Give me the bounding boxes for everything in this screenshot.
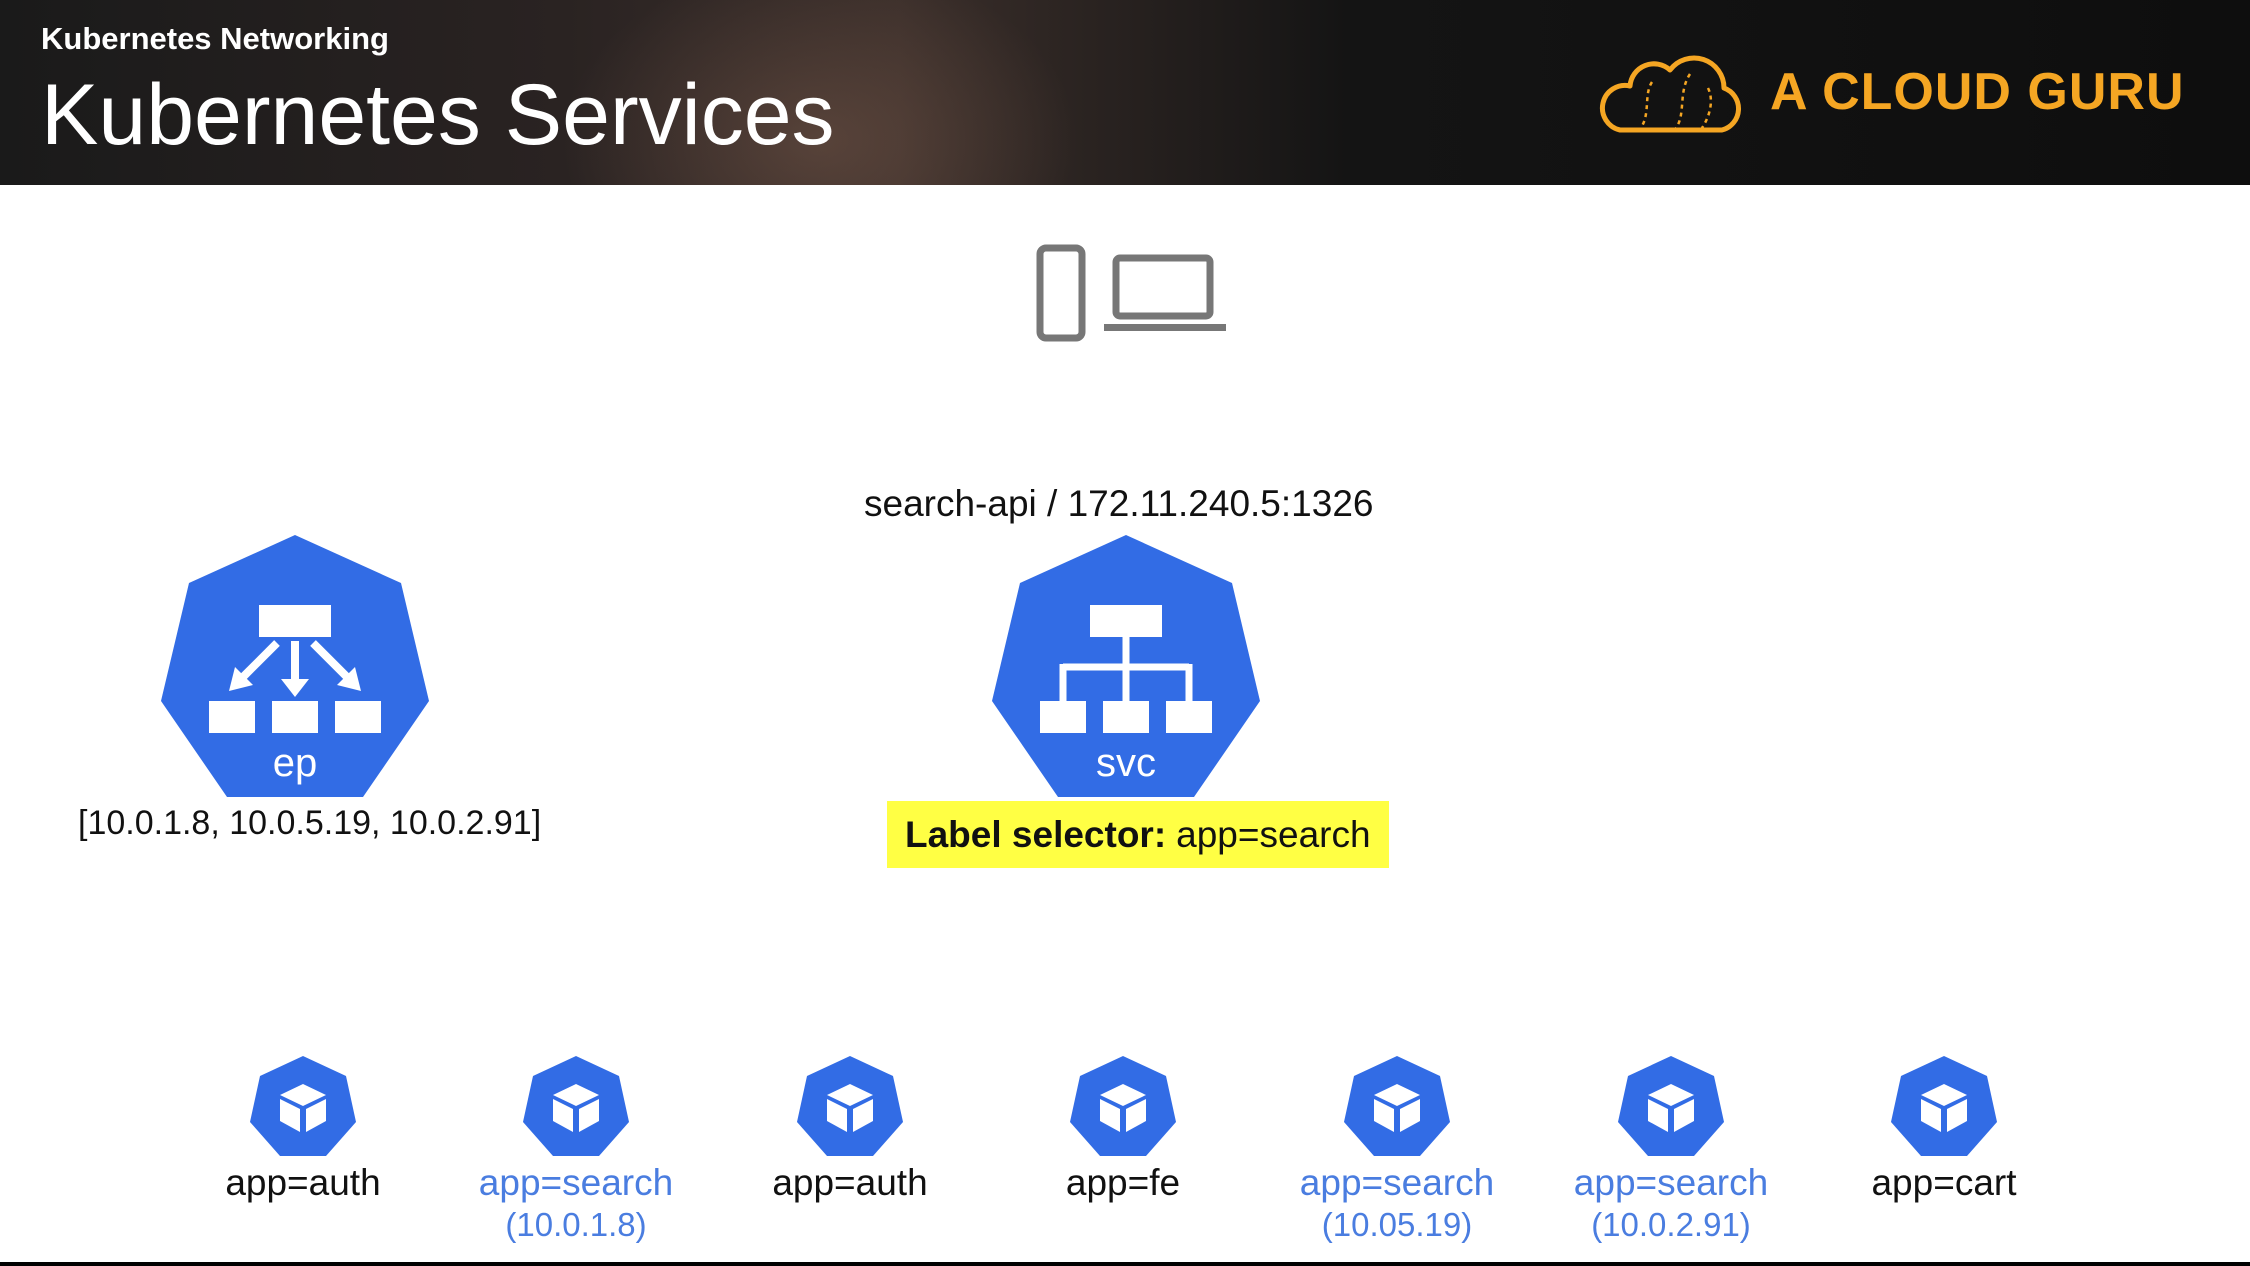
pod-cube-icon xyxy=(523,1056,629,1156)
pod-label: app=search xyxy=(478,1162,674,1203)
pod-label: app=cart xyxy=(1871,1162,2017,1203)
pod-node: app=auth xyxy=(188,1054,418,1204)
cloud-logo-icon xyxy=(1599,55,1742,133)
service-node: svc xyxy=(988,531,1264,801)
pod-ip: (10.05.19) xyxy=(1321,1206,1473,1243)
pod-node: app=search (10.0.1.8) xyxy=(461,1054,691,1244)
endpoints-ip-list: [10.0.1.8, 10.0.5.19, 10.0.2.91] xyxy=(78,804,542,842)
endpoints-label: ep xyxy=(272,741,318,785)
phone-icon xyxy=(1036,244,1086,342)
pod-cube-icon xyxy=(1618,1056,1724,1156)
pod-ip: (10.0.1.8) xyxy=(505,1206,647,1243)
service-label: svc xyxy=(1096,741,1156,785)
client-devices xyxy=(1036,244,1226,342)
pod-node: app=fe xyxy=(1008,1054,1238,1204)
service-name-ip: search-api / 172.11.240.5:1326 xyxy=(864,483,1374,524)
pod-label: app=auth xyxy=(225,1162,381,1203)
slide-title: Kubernetes Services xyxy=(41,67,835,163)
label-selector-value: app=search xyxy=(1176,813,1371,855)
pod-label: app=auth xyxy=(772,1162,928,1203)
pod-cube-icon xyxy=(797,1056,903,1156)
pod-label: app=search xyxy=(1299,1162,1495,1203)
pod-cube-icon xyxy=(1891,1056,1997,1156)
pod-node: app=search (10.05.19) xyxy=(1282,1054,1512,1244)
label-selector-key: Label selector: xyxy=(905,813,1167,855)
pod-node: app=cart xyxy=(1829,1054,2059,1204)
header-banner: Kubernetes Networking Kubernetes Service… xyxy=(0,0,2250,185)
pod-cube-icon xyxy=(1070,1056,1176,1156)
course-section-label: Kubernetes Networking xyxy=(41,21,389,56)
pod-label: app=search xyxy=(1573,1162,1769,1203)
brand-logo: A CLOUD GURU xyxy=(1590,42,2185,142)
brand-name: A CLOUD GURU xyxy=(1770,63,2185,121)
bottom-divider xyxy=(0,1262,2250,1266)
pod-cube-icon xyxy=(1344,1056,1450,1156)
pod-ip: (10.0.2.91) xyxy=(1591,1206,1751,1243)
pod-label: app=fe xyxy=(1065,1162,1181,1203)
pod-node: app=auth xyxy=(735,1054,965,1204)
label-selector-box: Label selector: app=search xyxy=(887,801,1389,868)
pod-cube-icon xyxy=(250,1056,356,1156)
endpoints-node: ep xyxy=(157,531,433,801)
laptop-icon xyxy=(1104,254,1226,331)
pod-node: app=search (10.0.2.91) xyxy=(1556,1054,1786,1244)
